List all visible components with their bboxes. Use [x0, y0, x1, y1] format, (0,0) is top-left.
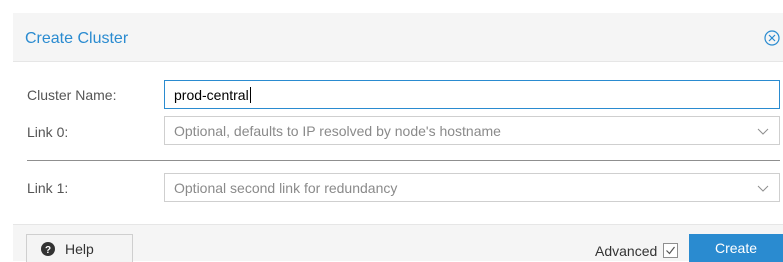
cluster-name-value: prod-central — [174, 87, 251, 103]
chevron-down-icon[interactable] — [757, 126, 769, 136]
create-button[interactable]: Create — [689, 234, 783, 262]
advanced-checkbox[interactable] — [663, 243, 678, 258]
dialog-footer: ? Help Advanced Create — [13, 224, 783, 262]
link1-label: Link 1: — [27, 180, 69, 196]
dialog-title: Create Cluster — [25, 30, 129, 47]
svg-text:?: ? — [45, 245, 51, 256]
create-label: Create — [714, 240, 758, 256]
cluster-name-label: Cluster Name: — [27, 87, 117, 103]
divider — [27, 160, 780, 161]
cluster-name-field[interactable]: prod-central — [164, 80, 780, 109]
help-button[interactable]: ? Help — [26, 234, 133, 262]
create-cluster-dialog: Create Cluster Cluster Name: prod-centra… — [13, 13, 783, 262]
chevron-down-icon[interactable] — [757, 183, 769, 193]
question-circle-icon: ? — [41, 242, 55, 256]
link0-label: Link 0: — [27, 124, 69, 140]
advanced-label: Advanced — [595, 243, 658, 259]
link0-combobox[interactable]: Optional, defaults to IP resolved by nod… — [164, 116, 780, 145]
checkmark-icon — [666, 246, 675, 255]
link1-combobox[interactable]: Optional second link for redundancy — [164, 173, 780, 202]
help-label: Help — [65, 241, 94, 257]
close-icon[interactable] — [764, 30, 780, 46]
link0-placeholder: Optional, defaults to IP resolved by nod… — [174, 123, 501, 139]
dialog-header: Create Cluster — [13, 13, 783, 62]
link1-placeholder: Optional second link for redundancy — [174, 180, 398, 196]
